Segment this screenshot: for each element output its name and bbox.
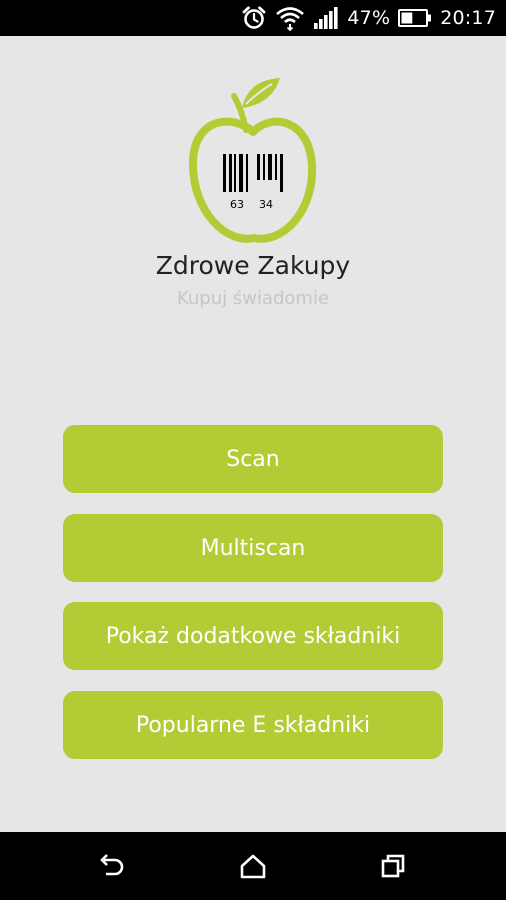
apple-barcode-logo: 63 34: [188, 78, 317, 243]
alarm-icon: [241, 5, 267, 31]
nav-home-button[interactable]: [225, 846, 281, 886]
recent-apps-icon: [381, 854, 405, 878]
wifi-icon: [275, 5, 305, 31]
barcode-number-left: 63: [230, 198, 244, 211]
app-logo: 63 34: [186, 74, 320, 254]
nav-back-button[interactable]: [84, 846, 140, 886]
clock: 20:17: [440, 7, 496, 29]
home-icon: [240, 854, 266, 879]
app-screen: 47% 20:17 63 34 Zdrowe Zakupy Kupuj świa…: [0, 0, 506, 900]
app-title: Zdrowe Zakupy: [155, 251, 351, 280]
barcode-number-right: 34: [259, 198, 273, 211]
cell-signal-icon: [313, 6, 339, 30]
multiscan-button[interactable]: Multiscan: [63, 514, 443, 582]
popular-e-ingredients-button[interactable]: Popularne E składniki: [63, 691, 443, 759]
main-content: 63 34 Zdrowe Zakupy Kupuj świadomie Scan…: [0, 36, 506, 832]
battery-icon: [398, 8, 432, 28]
status-bar: 47% 20:17: [0, 0, 506, 36]
scan-button[interactable]: Scan: [63, 425, 443, 493]
nav-recent-apps-button[interactable]: [365, 846, 421, 886]
app-subtitle: Kupuj świadomie: [176, 288, 330, 309]
show-additional-ingredients-button[interactable]: Pokaż dodatkowe składniki: [63, 602, 443, 670]
navigation-bar: [0, 832, 506, 900]
back-icon: [100, 854, 124, 876]
battery-percent: 47%: [347, 7, 391, 29]
